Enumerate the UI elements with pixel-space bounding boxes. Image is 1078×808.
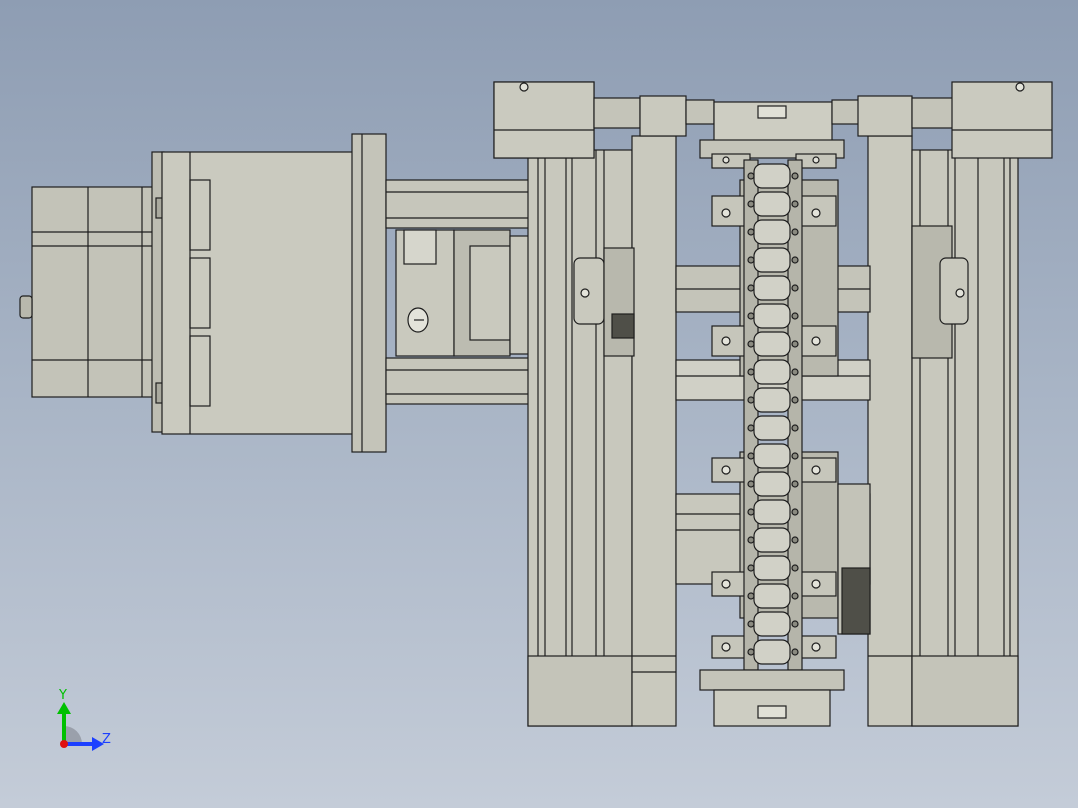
roller-chain: [743, 159, 803, 671]
cad-viewport[interactable]: Y Z: [0, 0, 1078, 808]
chain-pin: [747, 480, 755, 488]
chain-pin: [791, 256, 799, 264]
chain-link: [753, 555, 791, 581]
chain-link: [753, 275, 791, 301]
chain-pin: [791, 228, 799, 236]
carriage-block-top: [493, 81, 1053, 159]
view-triad: [57, 702, 104, 751]
chain-pin: [747, 536, 755, 544]
chain-link: [753, 471, 791, 497]
chain-pin: [791, 452, 799, 460]
linear-rail-left: [527, 135, 677, 727]
chain-pin: [791, 424, 799, 432]
chain-pin: [747, 592, 755, 600]
chain-pin: [747, 312, 755, 320]
stepper-motor: [19, 151, 175, 433]
chain-pin: [791, 340, 799, 348]
chain-link: [753, 499, 791, 525]
chain-link: [753, 527, 791, 553]
chain-link: [753, 611, 791, 637]
triad-z-label: Z: [102, 732, 111, 747]
chain-pin: [791, 396, 799, 404]
linear-rail-right: [867, 135, 1019, 727]
chain-pin: [747, 172, 755, 180]
chain-pin: [747, 200, 755, 208]
chain-link: [753, 415, 791, 441]
chain-pin: [791, 480, 799, 488]
chain-pin: [747, 620, 755, 628]
chain-link: [753, 639, 791, 665]
chain-pin: [747, 396, 755, 404]
chain-pin: [747, 284, 755, 292]
chain-pin: [791, 368, 799, 376]
chain-pin: [791, 172, 799, 180]
chain-pin: [791, 620, 799, 628]
chain-pin: [747, 228, 755, 236]
chain-pin: [791, 200, 799, 208]
assembly-model[interactable]: [0, 0, 1078, 808]
chain-link: [753, 191, 791, 217]
chain-pin: [747, 648, 755, 656]
chain-pin: [747, 508, 755, 516]
motor-mount-plate: [351, 133, 387, 453]
chain-link: [753, 359, 791, 385]
chain-pin: [791, 536, 799, 544]
chain-pin: [791, 312, 799, 320]
chain-pin: [791, 564, 799, 572]
chain-pin: [791, 284, 799, 292]
chain-pin: [747, 452, 755, 460]
chain-pin: [747, 340, 755, 348]
triad-y-label: Y: [59, 688, 67, 703]
chain-link: [753, 303, 791, 329]
chain-pin: [791, 592, 799, 600]
chain-link: [753, 583, 791, 609]
chain-pin: [747, 564, 755, 572]
chain-pin: [791, 508, 799, 516]
chain-pin: [791, 648, 799, 656]
chain-link: [753, 247, 791, 273]
gearbox: [161, 151, 355, 435]
chain-link: [753, 331, 791, 357]
chain-link: [753, 443, 791, 469]
chain-pin: [747, 368, 755, 376]
chain-pin: [747, 256, 755, 264]
carriage-block-bottom: [699, 669, 845, 727]
chain-link: [753, 219, 791, 245]
chain-link: [753, 163, 791, 189]
chain-pin: [747, 424, 755, 432]
chain-link: [753, 387, 791, 413]
